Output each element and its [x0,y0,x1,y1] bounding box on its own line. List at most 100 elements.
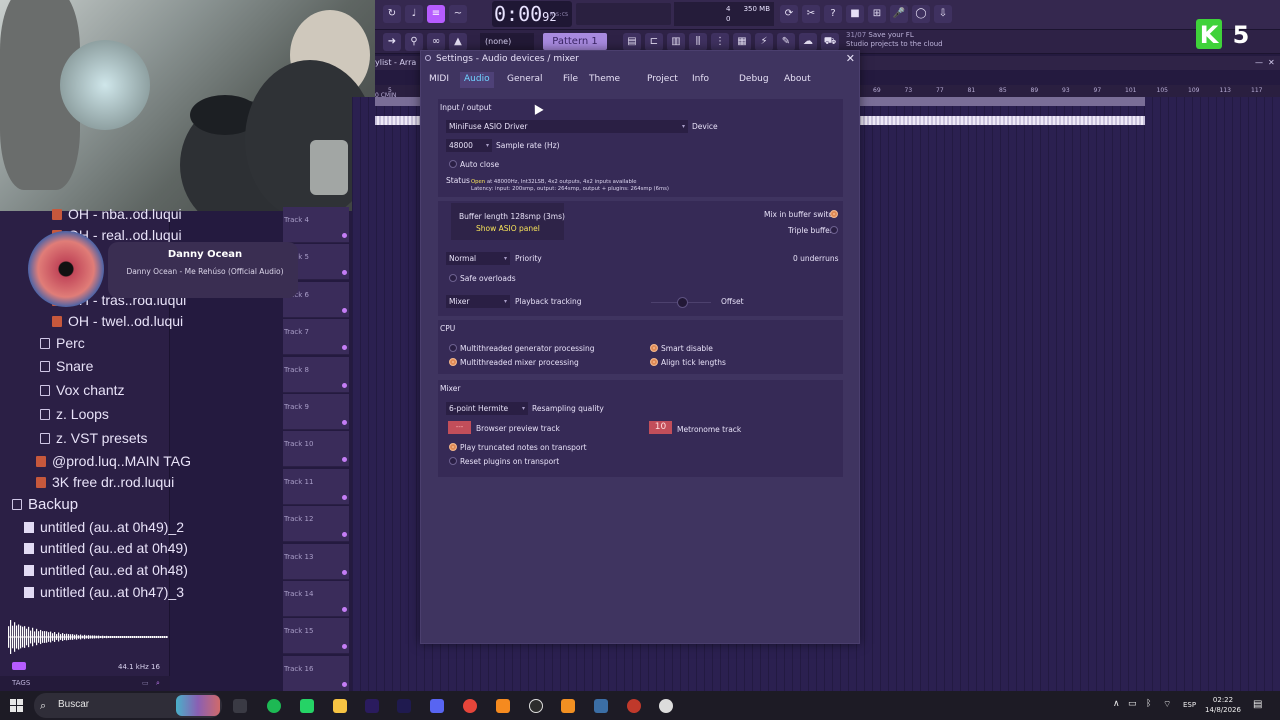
arrow-right-icon[interactable]: ➜ [383,33,401,51]
sample-rate-select[interactable]: 48000 [446,139,492,152]
cart-icon[interactable]: ⛟ [821,33,839,51]
windows-start-icon[interactable] [10,699,23,712]
vlc-icon[interactable] [561,699,575,713]
refresh-icon[interactable]: ⟳ [780,5,798,23]
wifi-icon[interactable]: ⌔ [1163,699,1171,710]
mixer-icon[interactable]: ⫼ [689,33,707,51]
track-header[interactable]: Track 16 [283,655,349,692]
track-header[interactable]: Track 9 [283,394,349,430]
browser-folder[interactable]: z. VST presets [40,430,148,446]
track-header[interactable]: Track 7 [283,319,349,356]
task-view-icon[interactable] [233,699,247,713]
track-mute-dot[interactable] [342,644,347,650]
tab-theme[interactable]: Theme [585,72,624,88]
track-mute-dot[interactable] [342,681,347,687]
device-select[interactable]: MiniFuse ASIO Driver [446,120,688,133]
close-icon[interactable]: ✕ [1268,56,1275,70]
reset-plugins-toggle[interactable] [449,457,457,465]
taskbar-clock[interactable]: 02:22 14/8/2026 [1202,695,1244,715]
chat-icon[interactable]: ◯ [912,5,930,23]
discord-icon[interactable] [430,699,444,713]
browser-file[interactable]: untitled (au..ed at 0h49) [24,540,188,556]
save-icon[interactable]: ■ [846,5,864,23]
track-header[interactable]: Track 14 [283,581,349,617]
priority-select[interactable]: Normal [446,252,510,265]
track-mute-dot[interactable] [342,457,347,463]
track-header[interactable]: Track 4 [283,207,349,243]
download-icon[interactable]: ⇩ [934,5,952,23]
mix-in-buffer-toggle[interactable] [830,210,838,218]
track-header[interactable]: Track 15 [283,618,349,655]
dialog-title-bar[interactable]: Settings - Audio devices / mixer [421,51,859,67]
track-mute-dot[interactable] [342,382,347,388]
tab-audio[interactable]: Audio [460,72,494,88]
browser-folder[interactable]: Backup [12,496,78,513]
tab-debug[interactable]: Debug [735,72,773,88]
song-position-panel[interactable] [576,3,671,25]
browser-file[interactable]: @prod.luq..MAIN TAG [36,453,191,469]
buffer-length-control[interactable] [451,203,564,240]
cut-icon[interactable]: ✂ [802,5,820,23]
pattern-button[interactable]: Pattern 1 [543,33,607,50]
track-header[interactable]: Track 11 [283,468,349,505]
plugin-db-icon[interactable]: ⚡ [755,33,773,51]
fl-studio-icon[interactable] [496,699,510,713]
tab-info[interactable]: Info [688,72,713,88]
browser-file[interactable]: OH - nba..od.luqui [52,206,182,222]
track-mute-dot[interactable] [342,532,347,538]
metronome-track-box[interactable]: 10 [649,421,672,434]
folder-small-icon[interactable]: ▭ [142,679,149,687]
browser-folder[interactable]: Perc [40,335,85,351]
browser-preview-track-box[interactable]: --- [448,421,471,434]
stamp-icon[interactable]: ▲ [449,33,467,51]
channel-rack-icon[interactable]: ⋮ [711,33,729,51]
time-display[interactable]: 0:0092 M:S:CS [492,1,572,27]
piano-roll-icon[interactable]: ▥ [667,33,685,51]
resampling-select[interactable]: 6-point Hermite [446,402,528,415]
track-mute-dot[interactable] [342,233,347,238]
browser-file[interactable]: OH - twel..od.luqui [52,313,183,329]
chevron-up-icon[interactable]: ∧ [1113,699,1120,709]
obs-icon[interactable] [627,699,641,713]
track-mute-dot[interactable] [342,345,347,351]
chrome-icon[interactable] [463,699,477,713]
track-header[interactable]: Track 13 [283,543,349,580]
calculator-icon[interactable] [594,699,608,713]
wave-icon[interactable]: ~ [449,5,467,23]
step-seq-icon[interactable]: ⊏ [645,33,663,51]
language-indicator[interactable]: ESP [1183,701,1196,709]
browser-file[interactable]: untitled (au..at 0h49)_2 [24,519,184,535]
browser-folder[interactable]: Vox chantz [40,382,125,398]
browser-file[interactable]: 3K free dr..rod.luqui [36,474,174,490]
playback-tracking-select[interactable]: Mixer [446,295,510,308]
safe-overloads-toggle[interactable] [449,274,457,282]
brush-icon[interactable]: ✎ [777,33,795,51]
misc-app-icon[interactable] [659,699,673,713]
browser-file[interactable]: untitled (au..ed at 0h48) [24,562,188,578]
after-effects-icon[interactable] [397,699,411,713]
spotify-icon[interactable] [267,699,281,713]
search-icon[interactable]: ⌕ [156,679,160,688]
track-mute-dot[interactable] [342,607,347,612]
tab-file[interactable]: File [559,72,582,88]
link-icon[interactable]: ∞ [427,33,445,51]
tab-general[interactable]: General [503,72,546,88]
tab-midi[interactable]: MIDI [425,72,453,88]
browser-folder[interactable]: z. Loops [40,406,109,422]
mic-icon[interactable]: 🎤 [890,5,908,23]
browser-icon[interactable]: ▦ [733,33,751,51]
track-header[interactable]: Track 12 [283,506,349,543]
pattern-selector[interactable]: (none) [480,33,534,50]
mt-mixer-toggle[interactable] [449,358,457,366]
whatsapp-icon[interactable] [300,699,314,713]
magnet-icon[interactable]: ⚲ [405,33,423,51]
tags-bar[interactable]: TAGS ▭ ⌕ [0,676,170,691]
tempo-icon[interactable]: ♩ [405,5,423,23]
offset-knob[interactable] [677,297,688,308]
triple-buffer-toggle[interactable] [830,226,838,234]
align-tick-toggle[interactable] [650,358,658,366]
smart-disable-toggle[interactable] [650,344,658,352]
show-asio-panel-link[interactable]: Show ASIO panel [476,224,540,233]
close-icon[interactable]: ✕ [846,52,855,65]
browser-folder[interactable]: Snare [40,358,93,374]
